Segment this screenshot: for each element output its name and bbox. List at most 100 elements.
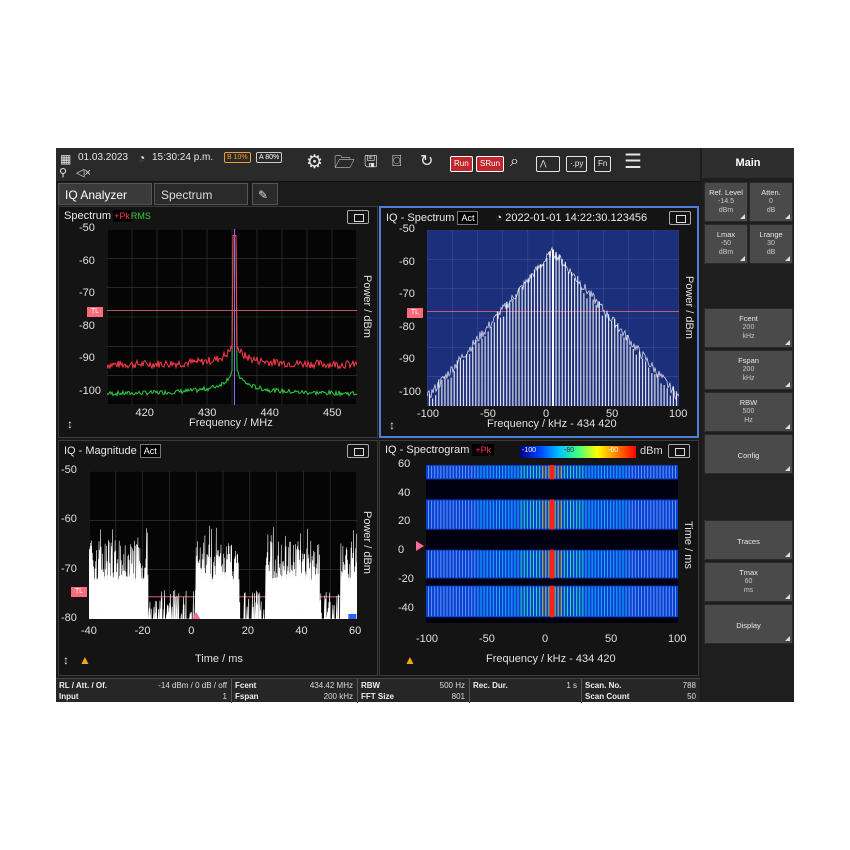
traces-softkey[interactable]: Traces: [704, 520, 793, 560]
maximize-button[interactable]: [347, 210, 369, 224]
save-disk-icon[interactable]: 🖫: [364, 154, 378, 172]
timestamp: 2022-01-01 14:22:30.123456: [505, 212, 648, 224]
fcent-softkey[interactable]: Fcent 200 kHz: [704, 308, 793, 348]
hamburger-menu-icon[interactable]: ☰: [624, 152, 642, 172]
scroll-arrows-icon[interactable]: ↕: [389, 418, 395, 432]
iq-spectrum-pane[interactable]: IQ - Spectrum Act ◔ 2022-01-01 14:22:30.1…: [379, 206, 699, 438]
y-tick-label: -90: [79, 352, 95, 365]
x-tick-label: -100: [417, 408, 440, 420]
x-tick-label: -40: [81, 625, 97, 637]
instrument-screen: ▦ 01.03.2023 ◔ 15:30:24 p.m. B 10% A 80%…: [56, 148, 794, 703]
python-script-button[interactable]: ·.py: [566, 156, 588, 172]
mute-icon[interactable]: ◁×: [76, 164, 91, 182]
clock-icon: ◔: [138, 151, 146, 165]
lrange-softkey[interactable]: Lrange 30 dB: [749, 224, 793, 264]
scroll-arrows-icon[interactable]: ↕: [63, 653, 69, 667]
fspan-label: Fspan: [235, 692, 259, 701]
marker-peak-icon[interactable]: ⋀: [536, 156, 560, 172]
preset-recall-icon[interactable]: ↻: [420, 153, 433, 171]
maximize-button[interactable]: [347, 444, 369, 458]
tmax-softkey[interactable]: Tmax 60 ms: [704, 562, 793, 602]
y-tick-label: -70: [79, 287, 95, 300]
time-marker-icon[interactable]: [416, 541, 424, 551]
recdur-value: 1 s: [566, 681, 577, 690]
tab-iq-analyzer[interactable]: IQ Analyzer: [58, 183, 152, 205]
spectrum-pane[interactable]: Spectrum +PkRMS Frequency / MHz Power / d…: [58, 206, 378, 438]
scancount-value: 50: [687, 692, 696, 701]
run-button[interactable]: Run: [450, 156, 473, 172]
status-rbw-cell[interactable]: RBW 500 Hz FFT Size 801: [358, 679, 470, 703]
softkey-panel: Main Ref. Level -14.5 dBm Atten. 0 dB Lm…: [702, 148, 794, 702]
zoom-icon[interactable]: ⌕: [510, 153, 519, 171]
rms-badge: RMS: [130, 211, 151, 221]
peak-badge: +Pk: [113, 210, 131, 222]
y-tick-label: -40: [398, 601, 414, 614]
threshold-line-marker[interactable]: TL: [71, 587, 87, 597]
fn-button[interactable]: Fn: [594, 156, 612, 172]
y-axis-label: Power / dBm: [683, 276, 695, 339]
warning-icon: ▲: [404, 653, 416, 667]
spectrogram-plot[interactable]: [426, 465, 678, 623]
tab-bar: IQ Analyzer Spectrum ✎: [56, 182, 700, 206]
folder-open-icon[interactable]: 🗁: [334, 154, 355, 172]
x-tick-label: 420: [135, 407, 154, 419]
edit-tab-button[interactable]: ✎: [252, 183, 278, 205]
x-tick-label: -100: [416, 633, 439, 645]
iq-magnitude-plot[interactable]: [89, 471, 357, 619]
iq-spectrogram-pane[interactable]: IQ - Spectrogram +Pk -100 -80 -60 dBm Fre…: [379, 440, 699, 676]
status-scan-cell[interactable]: Scan. No. 788 Scan Count 50: [582, 679, 700, 703]
top-toolbar: ▦ 01.03.2023 ◔ 15:30:24 p.m. B 10% A 80%…: [56, 148, 700, 182]
scanno-value: 788: [682, 681, 696, 690]
single-run-button[interactable]: SRun: [476, 156, 505, 172]
carrier-band: [550, 549, 554, 579]
x-tick-label: 60: [349, 625, 362, 637]
x-tick-label: 0: [543, 408, 550, 420]
rbw-value: 500 Hz: [439, 681, 465, 690]
status-fcent-cell[interactable]: Fcent 434.42 MHz Fspan 200 kHz: [232, 679, 358, 703]
y-tick-label: -50: [61, 464, 77, 476]
threshold-line-marker[interactable]: TL: [407, 308, 423, 318]
date-display: 01.03.2023: [78, 152, 129, 163]
rbw-softkey[interactable]: RBW 500 Hz: [704, 392, 793, 432]
iq-spectrum-plot[interactable]: [427, 230, 679, 406]
threshold-line-marker[interactable]: TL: [87, 307, 103, 317]
maximize-button[interactable]: [669, 211, 691, 225]
pane-title: IQ - Spectrogram +Pk: [385, 444, 495, 456]
iq-magnitude-pane[interactable]: IQ - Magnitude Act Time / ms Power / dBm …: [58, 440, 378, 676]
status-recdur-cell[interactable]: Rec. Dur. 1 s: [470, 679, 582, 703]
x-tick-label: 100: [668, 633, 687, 645]
y-tick-label: -100: [399, 385, 422, 398]
atten-softkey[interactable]: Atten. 0 dB: [749, 182, 793, 222]
fspan-softkey[interactable]: Fspan 200 kHz: [704, 350, 793, 390]
scanno-label: Scan. No.: [585, 681, 622, 690]
y-tick-label: -70: [399, 288, 415, 301]
scroll-arrows-icon[interactable]: ↕: [67, 417, 73, 431]
status-rl-cell[interactable]: RL / Att. / Of. -14 dBm / 0 dB / off Inp…: [56, 679, 232, 703]
spectrum-plot[interactable]: [107, 229, 357, 405]
camera-screenshot-icon[interactable]: ⌼: [392, 153, 402, 171]
x-tick-label: 440: [260, 407, 279, 419]
y-tick-label: -90: [399, 353, 415, 366]
gps-icon: ⚲: [59, 167, 68, 179]
lmax-softkey[interactable]: Lmax -50 dBm: [704, 224, 748, 264]
x-tick-label: 0: [542, 633, 549, 645]
x-tick-label: 100: [669, 408, 688, 420]
carrier-band: [550, 585, 554, 618]
ref-level-softkey[interactable]: Ref. Level -14.5 dBm: [704, 182, 748, 222]
display-softkey[interactable]: Display: [704, 604, 793, 644]
y-tick-label: -60: [61, 513, 77, 526]
time-display: 15:30:24 p.m.: [152, 152, 214, 163]
x-tick-label: -50: [479, 633, 495, 645]
y-tick-label: 0: [398, 544, 405, 557]
maximize-button[interactable]: [668, 444, 690, 458]
y-tick-label: -80: [79, 319, 95, 332]
pane-title: Spectrum +PkRMS: [64, 210, 151, 222]
x-tick-label: 430: [198, 407, 217, 419]
config-softkey[interactable]: Config: [704, 434, 793, 474]
x-tick-label: -50: [480, 408, 496, 420]
x-tick-label: 50: [606, 408, 619, 420]
settings-gear-icon[interactable]: ⚙: [306, 153, 323, 172]
fft-label: FFT Size: [361, 692, 394, 701]
tab-spectrum[interactable]: Spectrum: [154, 183, 248, 205]
rbw-label: RBW: [361, 681, 381, 690]
